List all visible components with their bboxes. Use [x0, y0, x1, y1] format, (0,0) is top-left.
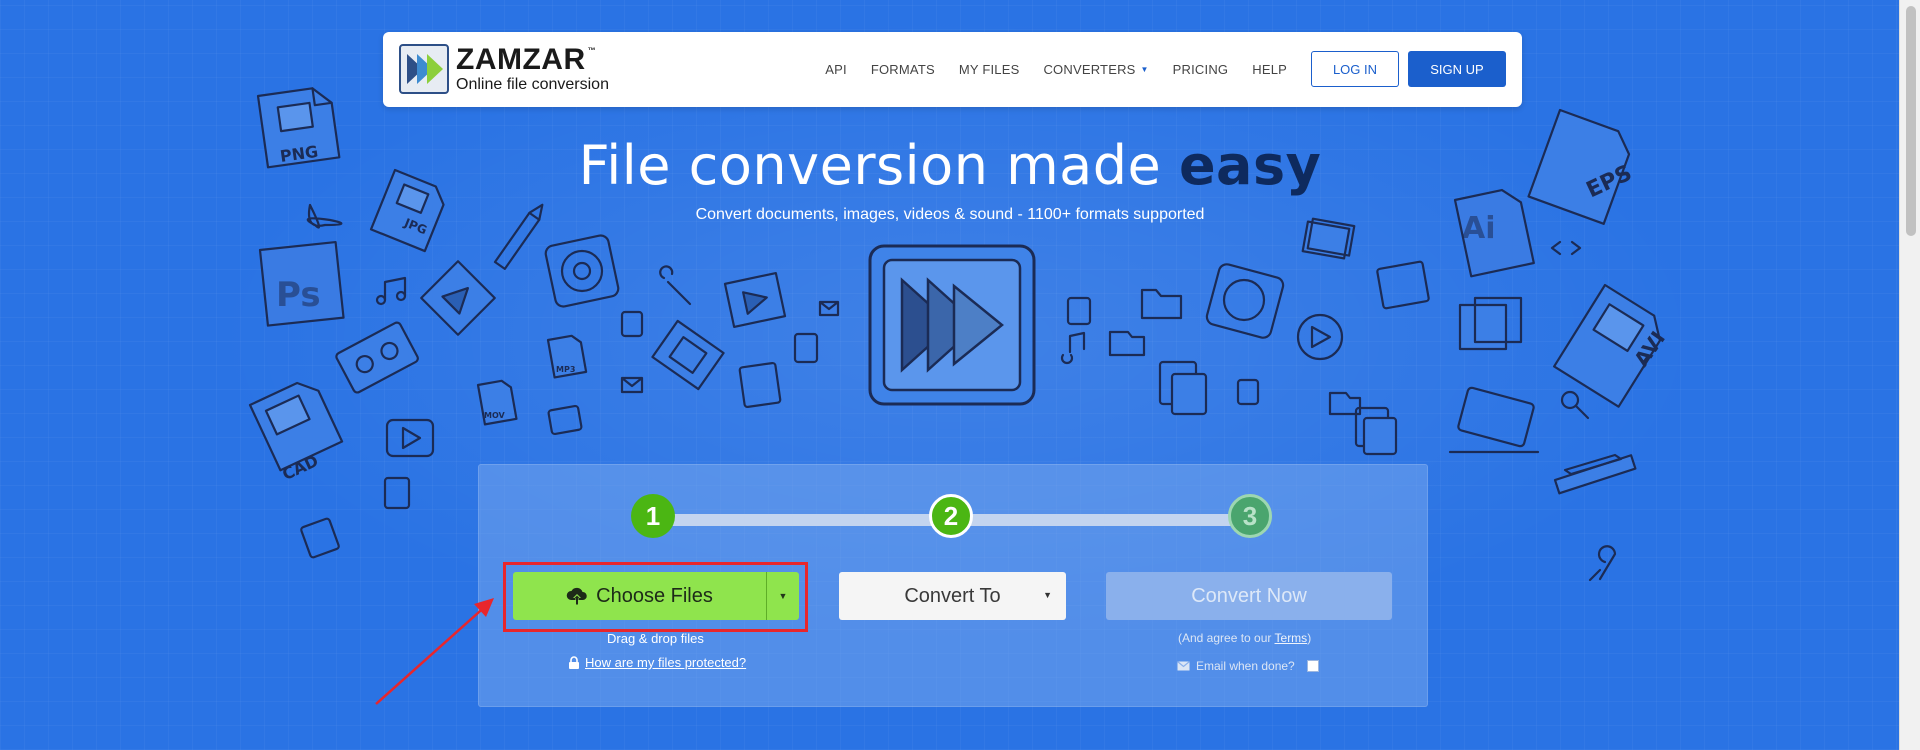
agree-prefix: (And agree to our — [1178, 631, 1275, 645]
nav-formats[interactable]: FORMATS — [871, 62, 935, 77]
choose-files-label: Choose Files — [596, 584, 713, 607]
refresh-square-icon — [1205, 263, 1285, 339]
nav-converters[interactable]: CONVERTERS ▼ — [1043, 62, 1148, 77]
annotation-arrow — [375, 598, 494, 705]
hero-title: File conversion made easy — [0, 134, 1900, 197]
progress-track-1-2 — [653, 514, 953, 526]
laptop-icon — [1457, 386, 1535, 448]
nav-my-files[interactable]: MY FILES — [959, 62, 1020, 77]
wrench-icon — [659, 265, 692, 306]
scrollbar-thumb[interactable] — [1906, 6, 1916, 236]
media-file-icon — [383, 476, 411, 510]
trademark-sign: ™ — [587, 46, 597, 55]
envelope-icon — [1177, 661, 1190, 671]
email-when-done-row: Email when done? — [1177, 659, 1319, 673]
nav-converters-label: CONVERTERS — [1043, 61, 1136, 77]
hero-subtitle: Convert documents, images, videos & soun… — [695, 206, 1205, 223]
terms-link[interactable]: Terms — [1275, 631, 1308, 645]
choose-files-button[interactable]: Choose Files — [513, 572, 766, 620]
logo-name-text: ZAMZAR — [456, 43, 586, 76]
contact-card-icon — [738, 361, 782, 409]
image-frame-icon — [547, 404, 583, 436]
play-square-icon — [723, 271, 787, 329]
agree-suffix: ) — [1307, 631, 1312, 645]
video-clip-icon — [1376, 260, 1430, 310]
progress-track-2-3 — [952, 514, 1252, 526]
sd-card-icon — [300, 517, 340, 559]
fast-forward-illustration — [868, 244, 1036, 406]
step-3-indicator: 3 — [1228, 494, 1272, 538]
refresh-disc-icon — [544, 234, 620, 308]
convert-to-label: Convert To — [904, 584, 1001, 607]
mov-label: MOV — [484, 411, 506, 420]
hero-title-main: File conversion made — [578, 134, 1179, 197]
mp3-label: MP3 — [556, 365, 575, 374]
zamzar-logo[interactable]: ZAMZAR ™ Online file conversion — [399, 44, 609, 94]
envelope-icon — [620, 376, 644, 394]
step-1-indicator: 1 — [631, 494, 675, 538]
step-2-indicator: 2 — [929, 494, 973, 538]
email-when-done-label: Email when done? — [1196, 659, 1295, 673]
nav-api[interactable]: API — [825, 62, 847, 77]
logo-wordmark: ZAMZAR ™ — [456, 45, 609, 75]
caret-down-icon: ▼ — [1140, 64, 1149, 74]
page-scrollbar[interactable] — [1899, 0, 1920, 750]
video-play-icon — [385, 418, 435, 458]
logo-tagline: Online file conversion — [456, 76, 609, 93]
clipboard-icon — [1158, 360, 1208, 416]
cassette-icon — [335, 321, 419, 394]
hero-title-emphasis: easy — [1178, 134, 1322, 197]
drag-drop-hint: Drag & drop files — [607, 631, 704, 646]
folder-icon — [1140, 288, 1183, 320]
image-gallery-icon — [1458, 296, 1523, 351]
zamzar-logo-icon — [399, 44, 449, 94]
main-nav: API FORMATS MY FILES CONVERTERS ▼ PRICIN… — [801, 51, 1506, 87]
top-header: ZAMZAR ™ Online file conversion API FORMA… — [383, 32, 1522, 107]
clipboard-icon-2 — [1354, 406, 1398, 456]
wrench-icon-2 — [1588, 545, 1617, 582]
caret-down-icon: ▼ — [778, 591, 788, 601]
cad-file-icon — [248, 381, 344, 472]
files-protected-label: How are my files protected? — [585, 655, 747, 670]
music-icon — [375, 276, 407, 306]
terms-agreement: (And agree to our Terms) — [1178, 631, 1311, 645]
signup-button[interactable]: SIGN UP — [1408, 51, 1506, 87]
email-when-done-checkbox[interactable] — [1306, 660, 1319, 672]
convert-to-select[interactable]: Convert To ▼ — [839, 572, 1066, 620]
choose-files-dropdown[interactable]: ▼ — [767, 572, 799, 620]
caret-down-icon: ▼ — [1043, 590, 1052, 600]
code-icon — [1550, 240, 1582, 256]
photos-icon — [1301, 217, 1356, 260]
files-protected-link[interactable]: How are my files protected? — [568, 655, 746, 670]
choose-files-button-group: Choose Files ▼ — [513, 572, 799, 620]
login-button[interactable]: LOG IN — [1311, 51, 1399, 87]
convert-now-button[interactable]: Convert Now — [1106, 572, 1392, 620]
ps-label: Ps — [276, 275, 321, 315]
play-circle-icon — [1296, 313, 1344, 361]
nav-pricing[interactable]: PRICING — [1173, 62, 1229, 77]
lock-icon — [569, 656, 579, 669]
filmstrip-icon — [651, 319, 725, 391]
nav-help[interactable]: HELP — [1252, 62, 1287, 77]
play-diamond-icon — [420, 260, 496, 336]
cloud-upload-icon — [566, 587, 587, 605]
